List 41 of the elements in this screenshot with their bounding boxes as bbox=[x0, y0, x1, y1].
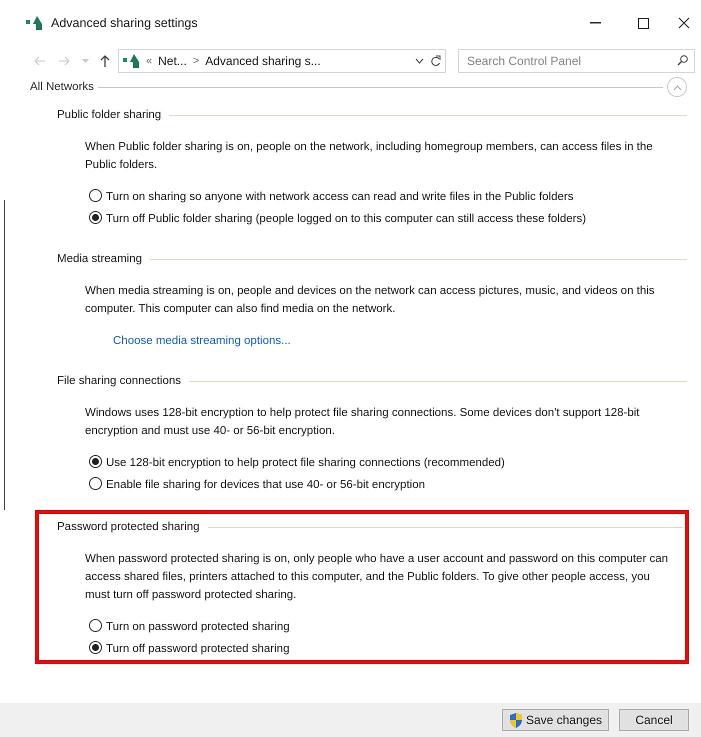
radio-button[interactable] bbox=[89, 189, 102, 202]
breadcrumb[interactable]: Advanced sharing s... bbox=[205, 52, 321, 70]
save-button[interactable]: Save changes bbox=[502, 709, 609, 731]
radio-label[interactable]: Enable file sharing for devices that use 40- or 56-bit encryption bbox=[106, 476, 425, 494]
radio-label[interactable]: Use 128-bit encryption to help protect file sharing connections (recommended) bbox=[106, 454, 505, 472]
minimize-icon bbox=[590, 22, 600, 24]
network-icon bbox=[26, 16, 43, 30]
description-text: When password protected sharing is on, only people who have a user account and password on this computer can access shared files, printers attached to this computer, and the Public folders. To give other people access, you must turn off password protected sharing. bbox=[85, 552, 669, 603]
breadcrumb-separator: > bbox=[192, 54, 200, 69]
description-text: Windows uses 128-bit encryption to help protect file sharing connections. Some devices don't support 128-bit encryption and must use 40- or 56-bit encryption. bbox=[85, 406, 641, 439]
section-heading: Media streaming bbox=[57, 252, 142, 267]
description-text: When media streaming is on, people and devices on the network can access pictures, music, and videos on this computer. This computer can also find media on the network. bbox=[85, 284, 656, 317]
radio-button[interactable] bbox=[89, 641, 102, 654]
window-title: Advanced sharing settings bbox=[51, 14, 198, 32]
section-heading: File sharing connections bbox=[57, 374, 182, 389]
search-field[interactable]: Search Control Panel bbox=[458, 49, 695, 73]
chevron-up-icon bbox=[672, 84, 682, 90]
shield-icon bbox=[508, 712, 523, 728]
network-icon bbox=[123, 54, 140, 68]
radio-button[interactable] bbox=[89, 211, 102, 224]
section-heading: Public folder sharing bbox=[57, 108, 162, 123]
address-bar[interactable]: « Net... > Advanced sharing s... bbox=[118, 49, 446, 73]
radio-label[interactable]: Turn on password protected sharing bbox=[106, 618, 290, 636]
radio-button[interactable] bbox=[89, 455, 102, 468]
maximize-icon bbox=[638, 18, 648, 28]
group-heading: All Networks bbox=[30, 80, 94, 95]
radio-label[interactable]: Turn off password protected sharing bbox=[106, 640, 290, 658]
description-text: When Public folder sharing is on, people on the network, including homegroup members, can access files in the Public folders. bbox=[85, 140, 654, 173]
radio-button[interactable] bbox=[89, 477, 102, 490]
radio-label[interactable]: Turn on sharing so anyone with network access can read and write files in the Public folders bbox=[106, 188, 574, 206]
refresh-icon[interactable] bbox=[430, 55, 441, 67]
cancel-button[interactable]: Cancel bbox=[619, 709, 689, 731]
media-streaming-link[interactable]: Choose media streaming options... bbox=[85, 332, 291, 350]
search-icon[interactable] bbox=[677, 55, 688, 66]
radio-label[interactable]: Turn off Public folder sharing (people logged on to this computer can still access these folders) bbox=[106, 210, 586, 228]
overflow-chevron[interactable]: « bbox=[146, 52, 152, 70]
radio-button[interactable] bbox=[89, 619, 102, 632]
breadcrumb[interactable]: Net... bbox=[158, 52, 187, 70]
chevron-down-icon[interactable] bbox=[415, 58, 424, 64]
section-heading: Password protected sharing bbox=[57, 520, 200, 535]
close-icon bbox=[678, 17, 690, 29]
